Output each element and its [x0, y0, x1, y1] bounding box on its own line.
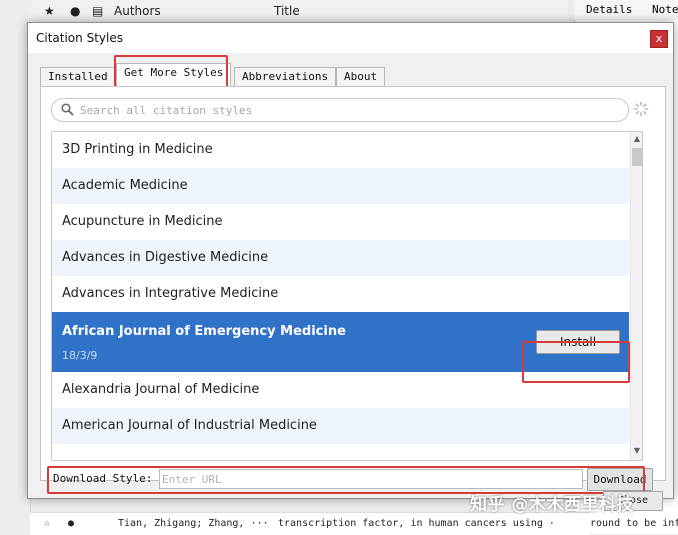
- authors-column-header[interactable]: Authors: [114, 4, 161, 18]
- style-name: African Journal of Emergency Medicine: [62, 324, 346, 339]
- row-title: transcription factor, in human cancers u…: [278, 518, 555, 529]
- list-item[interactable]: Acupuncture in Medicine: [52, 204, 629, 240]
- title-column-header[interactable]: Title: [274, 4, 300, 18]
- tab-abbreviations[interactable]: Abbreviations: [234, 67, 337, 86]
- watermark: 知乎 @木木西里科技: [470, 495, 634, 515]
- list-scrollbar[interactable]: ▲ ▼: [630, 132, 642, 460]
- dialog-titlebar: Citation Styles x: [28, 23, 673, 53]
- list-item[interactable]: Academic Medicine: [52, 168, 629, 204]
- citation-styles-dialog: Citation Styles x Installed Get More Sty…: [27, 22, 674, 511]
- style-name: American Journal of Industrial Medicine: [62, 418, 317, 433]
- details-tab[interactable]: Details: [586, 3, 632, 16]
- search-input[interactable]: [78, 101, 612, 119]
- star-column-icon[interactable]: ★: [44, 4, 55, 18]
- style-name: 3D Printing in Medicine: [62, 142, 213, 157]
- read-column-icon[interactable]: ●: [70, 4, 80, 18]
- list-item[interactable]: American Journal of Industrial Medicine: [52, 408, 629, 444]
- close-button[interactable]: x: [650, 30, 668, 48]
- item-pane-tabs: Details Note: [574, 0, 678, 21]
- style-name: Academic Medicine: [62, 178, 188, 193]
- scroll-thumb[interactable]: [632, 148, 642, 166]
- tab-get-more-styles[interactable]: Get More Styles: [116, 63, 232, 87]
- download-style-label: Download Style:: [53, 472, 153, 485]
- star-icon: ☆: [44, 518, 51, 529]
- style-date: 18/3/9: [62, 349, 98, 362]
- url-input[interactable]: [159, 469, 583, 489]
- scroll-down-icon[interactable]: ▼: [632, 446, 642, 458]
- tab-about[interactable]: About: [336, 67, 386, 86]
- list-item[interactable]: Advances in Digestive Medicine: [52, 240, 629, 276]
- dialog-title: Citation Styles: [36, 31, 123, 45]
- attachment-column-icon[interactable]: ▤: [92, 4, 103, 18]
- styles-list[interactable]: 3D Printing in Medicine Academic Medicin…: [51, 131, 643, 461]
- list-item-selected[interactable]: African Journal of Emergency Medicine 18…: [52, 312, 629, 372]
- install-button[interactable]: Install: [536, 330, 620, 354]
- row-right-text: round to be inf: [590, 518, 678, 529]
- search-box: [51, 98, 629, 122]
- style-name: Advances in Integrative Medicine: [62, 286, 279, 301]
- tab-bar: Installed Get More Styles Abbreviations …: [40, 63, 665, 87]
- list-item[interactable]: Alexandria Journal of Medicine: [52, 372, 629, 408]
- loading-spinner-icon: [633, 101, 649, 117]
- tab-installed[interactable]: Installed: [40, 67, 116, 86]
- get-more-styles-panel: 3D Printing in Medicine Academic Medicin…: [40, 86, 666, 494]
- scroll-up-icon[interactable]: ▲: [632, 134, 642, 146]
- row-authors: Tian, Zhigang; Zhang, ···: [118, 518, 269, 529]
- style-name: Advances in Digestive Medicine: [62, 250, 269, 265]
- list-item[interactable]: 3D Printing in Medicine: [52, 132, 629, 168]
- download-button[interactable]: Download: [587, 468, 653, 491]
- search-icon: [61, 103, 74, 116]
- notes-tab[interactable]: Note: [652, 3, 678, 16]
- style-name: Acupuncture in Medicine: [62, 214, 223, 229]
- style-name: Alexandria Journal of Medicine: [62, 382, 260, 397]
- list-item[interactable]: Advances in Integrative Medicine: [52, 276, 629, 312]
- items-table-header: ★ ● ▤ Authors Title: [30, 0, 568, 23]
- dot-icon: ●: [68, 518, 75, 529]
- items-table-row[interactable]: ☆ ● Tian, Zhigang; Zhang, ··· transcript…: [30, 512, 678, 535]
